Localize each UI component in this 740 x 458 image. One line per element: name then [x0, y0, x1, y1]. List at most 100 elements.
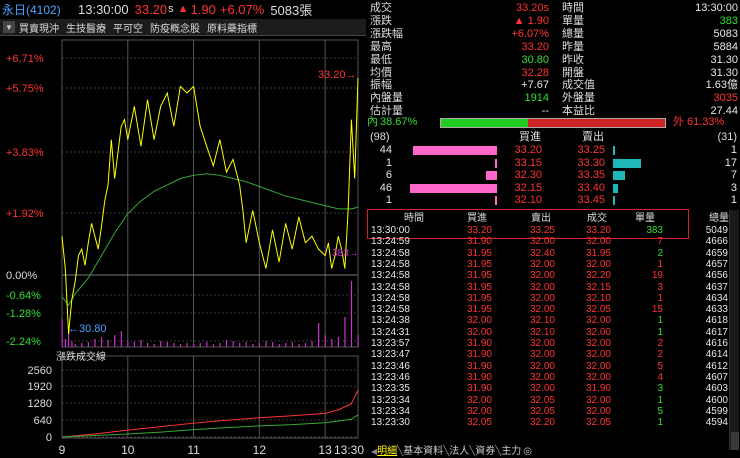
cum-down-volume-line	[61, 414, 359, 438]
tick-time: 13:24:59	[371, 236, 410, 248]
tick-header-bid[interactable]: 買進	[457, 213, 487, 224]
quote-label: 漲跌幅	[370, 27, 403, 40]
tick-bid: 32.05	[466, 417, 492, 429]
quote-label: 成交值	[562, 79, 595, 92]
tick-price: 32.15	[585, 281, 611, 293]
volume-plot-frame	[61, 355, 359, 439]
tab-0[interactable]: 明細	[377, 446, 397, 457]
volume-bar	[304, 343, 307, 347]
ask-volume-bar	[613, 196, 615, 206]
quote-value: 30.80	[521, 53, 549, 66]
tick-bid: 31.95	[466, 258, 492, 270]
tick-row[interactable]: 13:24:58 31.95 32.00 32.00 1 4657	[367, 259, 740, 270]
quote-value: 5083	[713, 27, 738, 40]
tab-1[interactable]: 基本資料	[403, 446, 443, 457]
tick-row[interactable]: 13:24:58 31.95 32.00 32.15 3 4637	[367, 282, 740, 293]
tick-total: 4618	[705, 315, 728, 327]
toolbar-item-api[interactable]: 原料藥指標	[207, 20, 257, 35]
tick-header-ask[interactable]: 賣出	[521, 213, 551, 224]
tick-bid: 31.95	[466, 304, 492, 316]
intraday-chart[interactable]: +6.71% +5.75% +3.83% +1.92% 0.00% -0.64% -1.28…	[0, 36, 366, 458]
orderbook-row[interactable]: 46 32.15 33.40 3	[367, 182, 740, 195]
chevron-down-icon[interactable]: ▼	[3, 21, 15, 33]
volume-bar	[350, 281, 353, 347]
ask-volume: 1	[730, 144, 737, 156]
volume-y-tick: 1280	[28, 398, 52, 410]
tick-total: 4594	[705, 417, 728, 429]
tick-ask: 32.10	[529, 326, 555, 338]
tick-scrollbar[interactable]	[729, 210, 739, 450]
tick-price: 32.00	[585, 236, 611, 248]
volume-bar	[291, 342, 293, 347]
tick-row[interactable]: 13:24:58 31.95 32.00 32.20 19 4656	[367, 270, 740, 281]
tick-vol: 2	[657, 338, 663, 349]
volume-bar	[357, 335, 359, 347]
tick-row[interactable]: 13:24:58 31.95 32.40 31.95 2 4659	[367, 248, 740, 259]
volume-bar	[245, 342, 247, 347]
low-label: ←30.80	[68, 323, 107, 335]
tick-row[interactable]: 13:24:31 32.00 32.10 32.00 1 4617	[367, 327, 740, 338]
toolbar-item-biotech[interactable]: 生技醫療	[66, 20, 106, 35]
quote-label: 均價	[370, 66, 392, 79]
tick-ask: 32.00	[529, 281, 555, 293]
tick-row[interactable]: 13:23:46 31.90 32.00 32.00 5 4612	[367, 361, 740, 372]
tick-total: 4634	[705, 292, 728, 304]
tick-row[interactable]: 13:23:57 31.90 32.00 32.00 2 4616	[367, 338, 740, 349]
tick-row[interactable]: 13:30:00 33.20 33.25 33.20 383 5049	[367, 225, 740, 236]
orderbook-row[interactable]: 1 33.15 33.30 17	[367, 157, 740, 170]
tick-header-time[interactable]: 時間	[400, 213, 424, 224]
volume-bar	[225, 340, 228, 347]
tick-row[interactable]: 13:24:38 32.00 32.10 32.00 1 4618	[367, 315, 740, 326]
quote-value: 31.30	[710, 66, 738, 79]
toolbar-item-short[interactable]: 平可空	[113, 20, 143, 35]
tab-4[interactable]: 主力	[501, 446, 521, 457]
tick-row[interactable]: 13:23:30 32.05 32.20 32.05 1 4594	[367, 417, 740, 428]
tick-bid: 32.00	[466, 326, 492, 338]
toolbar-item-daytrade[interactable]: 買賣現沖	[19, 20, 59, 35]
tick-total: 4637	[705, 281, 728, 293]
volume-y-tick: 2560	[28, 365, 52, 377]
tick-header-total[interactable]: 總量	[699, 213, 729, 224]
tick-vol: 1	[657, 315, 663, 327]
tick-vol: 5	[657, 360, 663, 372]
tick-header-vol[interactable]: 單量	[625, 213, 655, 224]
tick-row[interactable]: 13:23:34 32.00 32.05 32.00 1 4600	[367, 395, 740, 406]
tick-bid: 31.95	[466, 292, 492, 304]
quote-value: 383	[719, 14, 738, 27]
tab-3[interactable]: 資券	[475, 446, 495, 457]
volume-bar	[239, 343, 241, 347]
tick-row[interactable]: 13:24:59 31.90 32.00 32.00 7 4666	[367, 236, 740, 247]
tick-total: 4599	[705, 405, 728, 417]
volume-bar	[147, 343, 149, 347]
toolbar-item-epidemic[interactable]: 防疫概念股	[150, 20, 200, 35]
header-volume: 5083張	[270, 2, 313, 18]
volume-bar	[199, 343, 201, 347]
tick-bid: 32.00	[466, 405, 492, 417]
tab-2[interactable]: 法人	[449, 446, 469, 457]
stock-name[interactable]: 永日(4102)	[2, 1, 72, 18]
orderbook-row[interactable]: 44 33.20 33.25 1	[367, 144, 740, 157]
tick-total: 4612	[705, 360, 728, 372]
inner-pct: 38.67%	[380, 116, 418, 128]
ask-price: 33.40	[577, 181, 605, 194]
ask-volume-bar	[613, 158, 642, 168]
tick-ask: 32.00	[529, 270, 555, 282]
quote-value: 13:30:00	[695, 2, 738, 14]
bid-volume-bar	[485, 171, 497, 181]
tick-row[interactable]: 13:23:35 31.90 32.00 31.90 3 4603	[367, 383, 740, 394]
y-tick-label: -2.24%	[6, 336, 41, 348]
orderbook-row[interactable]: 6 32.30 33.35 7	[367, 169, 740, 182]
tick-row[interactable]: 13:24:58 31.95 32.00 32.10 1 4634	[367, 293, 740, 304]
tick-row[interactable]: 13:23:46 31.90 32.00 32.00 4 4607	[367, 372, 740, 383]
volume-bar	[186, 343, 188, 347]
tick-header-price[interactable]: 成交	[577, 213, 607, 224]
tick-bid: 31.90	[466, 383, 492, 395]
quote-label: 振幅	[370, 79, 392, 92]
ask-volume: 7	[730, 169, 737, 182]
tick-row[interactable]: 13:23:34 32.00 32.05 32.00 5 4599	[367, 406, 740, 417]
orderbook-row[interactable]: 1 32.10 33.45 1	[367, 194, 740, 207]
circle-icon[interactable]: ◎	[523, 446, 532, 457]
tick-row[interactable]: 13:24:58 31.95 32.00 32.05 15 4633	[367, 304, 740, 315]
volume-bar	[318, 323, 320, 347]
tick-row[interactable]: 13:23:47 31.90 32.00 32.00 2 4614	[367, 349, 740, 360]
